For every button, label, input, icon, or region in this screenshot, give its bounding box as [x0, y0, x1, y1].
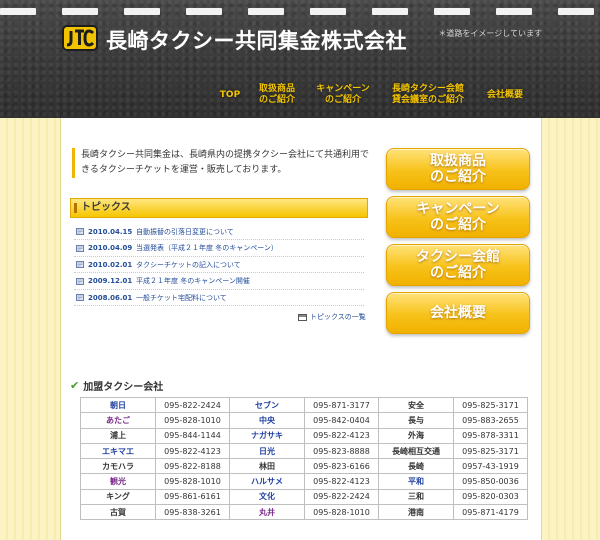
table-row: 古賀 095-838-3261 丸井 095-828-1010 港南 095-871-41… [80, 504, 528, 521]
company-phone: 095-828-1010 [304, 504, 379, 521]
company-phone: 0957-43-1919 [453, 458, 528, 475]
topics-heading: トピックス [70, 198, 368, 218]
nav-taxi-hall[interactable]: 長崎タクシー会館 貸会議室のご紹介 [387, 84, 469, 106]
company-name: 安全 [378, 396, 454, 414]
nav-company[interactable]: 会社概要 [480, 90, 530, 101]
company-phone: 095-822-4123 [304, 473, 379, 490]
nav-campaign[interactable]: キャンペーン のご紹介 [313, 84, 373, 106]
company-phone: 095-838-3261 [155, 504, 230, 521]
topic-item[interactable]: 2008.06.01 一般チケット宅配料について [74, 290, 364, 306]
company-phone: 095-878-3311 [453, 427, 528, 444]
site-title[interactable]: 長崎タクシー共同集金株式会社 [106, 25, 407, 55]
table-row: あたご 095-828-1010 中央 095-842-0404 長与 095-883-2… [80, 412, 528, 429]
company-name: 林田 [229, 458, 305, 475]
company-phone: 095-823-6166 [304, 458, 379, 475]
company-phone: 095-871-3177 [304, 396, 379, 414]
document-icon [76, 277, 84, 285]
company-phone: 095-822-2424 [304, 488, 379, 506]
company-name: 外海 [378, 427, 454, 444]
company-phone: 095-842-0404 [304, 412, 379, 429]
document-icon [76, 294, 84, 301]
company-name: ナガサキ [229, 427, 305, 444]
company-phone: 095-871-4179 [453, 504, 528, 521]
table-row: 観光 095-828-1010 ハルサメ 095-822-4123 平和 095-850-… [80, 473, 528, 490]
members-heading: ✔ 加盟タクシー会社 [70, 379, 164, 393]
company-phone: 095-861-6161 [155, 488, 230, 506]
topic-item[interactable]: 2010.02.01 タクシーチケットの記入について [74, 257, 364, 273]
topics-list-link[interactable]: トピックスの一覧 [298, 312, 366, 322]
document-icon [76, 228, 84, 235]
company-name: セブン [229, 396, 305, 414]
company-phone: 095-883-2655 [453, 412, 528, 429]
company-name: あたご [80, 412, 156, 429]
company-phone: 095-820-0303 [453, 488, 528, 506]
document-icon [76, 244, 84, 252]
company-button[interactable]: 会社概要 [386, 292, 530, 334]
company-phone: 095-822-2424 [155, 396, 230, 414]
company-name: 中央 [229, 412, 305, 429]
company-name: 浦上 [80, 427, 156, 444]
topic-item[interactable]: 2010.04.09 当選発表（平成２１年度 冬のキャンペーン） [74, 241, 364, 257]
list-icon [298, 313, 307, 321]
nav-products[interactable]: 取扱商品 のご紹介 [252, 84, 302, 106]
members-table: 朝日 095-822-2424 セブン 095-871-3177 安全 095-825-3… [80, 396, 528, 521]
taxi-hall-button[interactable]: タクシー会館 のご紹介 [386, 244, 530, 286]
road-image-note: ＊道路をイメージしています [438, 29, 542, 38]
company-name: ハルサメ [229, 473, 305, 490]
topic-list: 2010.04.15 自動振替の引落日変更について 2010.04.09 当選発… [74, 224, 364, 307]
company-name: 長崎 [378, 458, 454, 475]
company-phone: 095-822-8188 [155, 458, 230, 475]
campaign-button[interactable]: キャンペーン のご紹介 [386, 196, 530, 238]
company-phone: 095-825-3171 [453, 442, 528, 460]
company-name: カモハラ [80, 458, 156, 475]
table-row: 朝日 095-822-2424 セブン 095-871-3177 安全 095-825-3… [80, 396, 528, 414]
company-phone: 095-850-0036 [453, 473, 528, 490]
company-name: 文化 [229, 488, 305, 506]
company-name: 古賀 [80, 504, 156, 521]
company-phone: 095-828-1010 [155, 473, 230, 490]
company-phone: 095-822-4123 [155, 442, 230, 460]
left-stripe [0, 118, 60, 540]
company-name: 朝日 [80, 396, 156, 414]
check-icon: ✔ [70, 379, 80, 392]
company-phone: 095-822-4123 [304, 427, 379, 444]
company-phone: 095-825-3171 [453, 396, 528, 414]
table-row: カモハラ 095-822-8188 林田 095-823-6166 長崎 0957-43-… [80, 458, 528, 475]
company-name: 丸井 [229, 504, 305, 521]
table-row: 浦上 095-844-1144 ナガサキ 095-822-4123 外海 095-878-… [80, 427, 528, 444]
table-row: エキマエ 095-822-4123 日光 095-823-8888 長崎相互交通 095-… [80, 442, 528, 460]
main-nav: TOP 取扱商品 のご紹介 キャンペーン のご紹介 長崎タクシー会館 貸会議室の… [210, 84, 540, 110]
company-name: 日光 [229, 442, 305, 460]
nav-top[interactable]: TOP [215, 90, 245, 101]
intro-text: 長崎タクシー共同集金は、長崎県内の提携タクシー会社にて共通利用できるタクシーチケ… [72, 148, 372, 178]
company-phone: 095-823-8888 [304, 442, 379, 460]
company-name: 平和 [378, 473, 454, 490]
company-name: 長崎相互交通 [378, 442, 454, 460]
jtc-logo-icon [66, 29, 95, 47]
table-row: キング 095-861-6161 文化 095-822-2424 三和 095-820-0… [80, 488, 528, 506]
company-phone: 095-844-1144 [155, 427, 230, 444]
document-icon [76, 261, 84, 268]
site-header: 長崎タクシー共同集金株式会社 ＊道路をイメージしています TOP 取扱商品 のご… [0, 0, 600, 118]
company-name: 長与 [378, 412, 454, 429]
products-button[interactable]: 取扱商品 のご紹介 [386, 148, 530, 190]
company-name: エキマエ [80, 442, 156, 460]
company-name: キング [80, 488, 156, 506]
topic-item[interactable]: 2009.12.01 平成２１年度 冬のキャンペーン開催 [74, 274, 364, 290]
company-name: 三和 [378, 488, 454, 506]
company-logo[interactable] [62, 25, 98, 51]
topic-item[interactable]: 2010.04.15 自動振替の引落日変更について [74, 224, 364, 240]
right-stripe [542, 118, 600, 540]
company-phone: 095-828-1010 [155, 412, 230, 429]
company-name: 港南 [378, 504, 454, 521]
company-name: 観光 [80, 473, 156, 490]
